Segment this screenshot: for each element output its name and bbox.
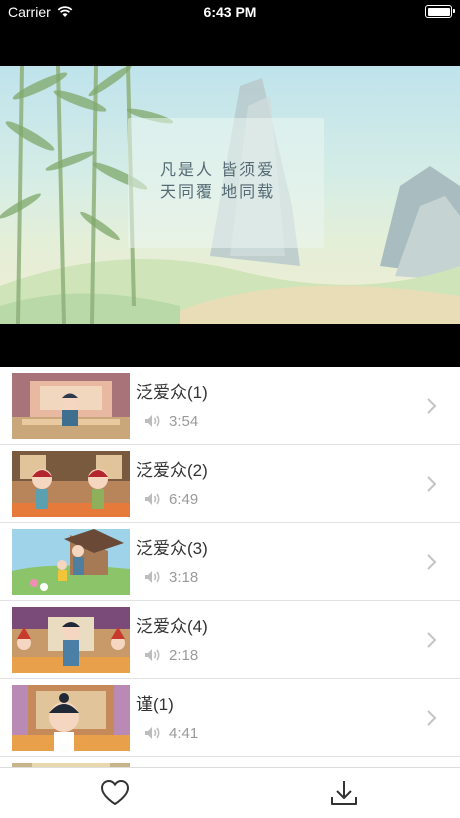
episode-duration: 3:18	[169, 569, 199, 586]
chevron-right-icon	[427, 632, 437, 648]
episode-thumbnail	[12, 607, 130, 673]
status-time: 6:43 PM	[203, 4, 257, 20]
episode-duration: 6:49	[169, 491, 199, 508]
episode-row[interactable]: 谨(1) 4:41	[0, 679, 460, 757]
episode-thumbnail	[12, 685, 130, 751]
episode-list[interactable]: 泛爱众(1) 3:54 泛爱众(2) 6:49 泛爱众(3) 3:18 泛爱众(…	[0, 367, 460, 767]
chevron-right-icon	[427, 554, 437, 570]
audio-icon	[145, 571, 160, 583]
download-icon[interactable]	[328, 777, 360, 809]
episode-thumbnail	[12, 373, 130, 439]
battery-icon	[425, 5, 455, 18]
episode-thumbnail	[12, 451, 130, 517]
bottom-toolbar	[0, 767, 460, 818]
episode-title: 泛爱众(2)	[136, 461, 208, 480]
episode-thumbnail	[12, 529, 130, 595]
episode-duration: 2:18	[169, 647, 199, 664]
audio-icon	[145, 727, 160, 739]
heart-icon[interactable]	[99, 777, 131, 809]
episode-title: 泛爱众(1)	[136, 383, 208, 402]
chevron-right-icon	[427, 710, 437, 726]
episode-duration: 4:41	[169, 725, 199, 742]
episode-title: 谨(1)	[136, 695, 174, 714]
chevron-right-icon	[427, 476, 437, 492]
episode-row[interactable]: 泛爱众(1) 3:54	[0, 367, 460, 445]
episode-row[interactable]: 泛爱众(4) 2:18	[0, 601, 460, 679]
audio-icon	[145, 649, 160, 661]
episode-row[interactable]: 泛爱众(3) 3:18	[0, 523, 460, 601]
chevron-right-icon	[427, 398, 437, 414]
episode-title: 泛爱众(3)	[136, 539, 208, 558]
video-frame[interactable]: 凡是人 皆须爱 天同覆 地同载	[0, 66, 460, 324]
poem-line-2: 天同覆 地同载	[160, 182, 276, 201]
video-player[interactable]: 凡是人 皆须爱 天同覆 地同载	[0, 24, 460, 367]
audio-icon	[145, 493, 160, 505]
episode-title: 泛爱众(4)	[136, 617, 208, 636]
episode-row-partial[interactable]	[0, 757, 460, 767]
episode-row[interactable]: 泛爱众(2) 6:49	[0, 445, 460, 523]
status-bar: Carrier 6:43 PM	[0, 0, 460, 24]
audio-icon	[145, 415, 160, 427]
poem-line-1: 凡是人 皆须爱	[160, 160, 276, 179]
episode-duration: 3:54	[169, 413, 199, 430]
